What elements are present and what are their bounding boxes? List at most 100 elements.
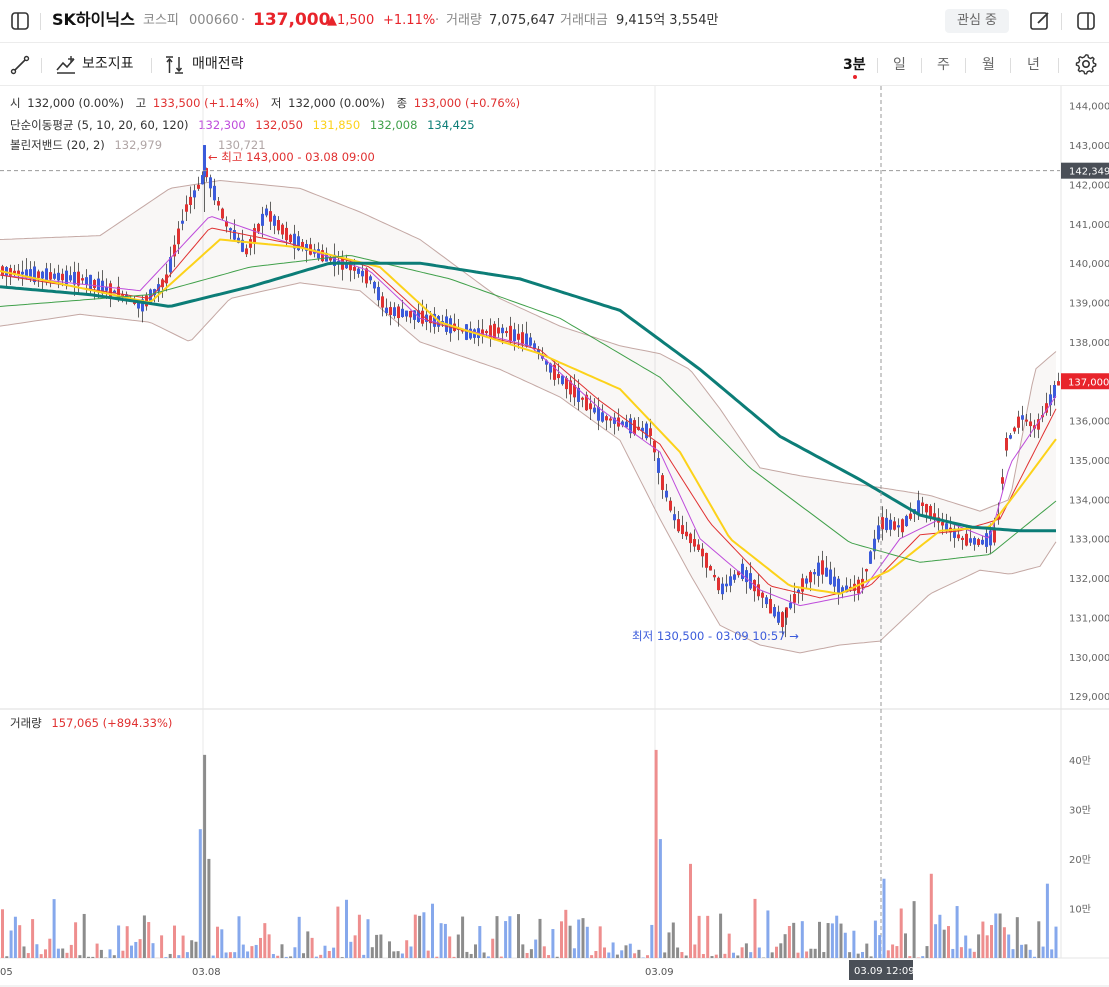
candle-body (89, 274, 92, 291)
volume-bar (693, 944, 697, 958)
y-axis-label: 139,000 (1069, 299, 1109, 310)
volume-bar (783, 934, 787, 958)
candle-body (377, 286, 380, 301)
volume-bar (787, 926, 791, 958)
volume-bar (130, 945, 133, 958)
sidebar-toggle-icon[interactable] (10, 11, 30, 35)
volume-bar (637, 949, 641, 958)
volume-bar (977, 934, 981, 958)
volume-bar (439, 923, 443, 958)
period-day[interactable]: 일 (893, 55, 906, 75)
volume-bar (1, 909, 4, 958)
volume-bar (1020, 944, 1024, 958)
candle-body (181, 220, 184, 224)
volume-bar (448, 936, 452, 958)
candle-body (177, 228, 180, 245)
candle-body (505, 331, 508, 334)
volume-bar (211, 955, 215, 958)
volume-bar (185, 952, 189, 958)
volume-bar (947, 926, 950, 958)
volume-bar (710, 956, 714, 958)
volume-bar (714, 954, 718, 958)
indicators-button[interactable]: 보조지표 (55, 54, 140, 76)
volume-bar (254, 944, 258, 958)
volume-bar (572, 948, 576, 958)
volume-bar (323, 945, 327, 958)
period-3min[interactable]: 3분 (843, 55, 866, 75)
volume-bar (972, 951, 976, 958)
candle-body (777, 611, 780, 623)
volume-bar (560, 921, 563, 958)
volume-bar (56, 948, 60, 958)
strategy-button[interactable]: 매매전략 (164, 54, 249, 76)
candle-body (69, 275, 72, 281)
volume-bar (830, 923, 834, 958)
candle-body (757, 584, 760, 597)
volume-bar (314, 956, 318, 958)
candle-body (649, 428, 652, 436)
candle-body (877, 525, 880, 540)
volume-bar (1015, 917, 1019, 958)
volume-bar (843, 932, 847, 958)
volume-bar (443, 923, 447, 958)
candle-body (809, 571, 812, 583)
volume-bar (654, 749, 658, 958)
watch-button[interactable]: 관심 중 (945, 9, 1009, 33)
volume-bar (564, 909, 568, 958)
volume-bar (65, 952, 69, 958)
candle-body (353, 266, 356, 271)
volume-bar (680, 952, 684, 958)
volume-bar (663, 952, 667, 958)
volume-bar (676, 947, 680, 958)
settings-gear-icon[interactable] (1075, 53, 1097, 79)
period-month[interactable]: 월 (982, 55, 995, 75)
volume-bar (538, 918, 542, 958)
volume-bar (985, 935, 989, 958)
candle-body (501, 327, 504, 334)
candle-body (669, 500, 672, 511)
edit-icon[interactable] (1029, 10, 1051, 36)
period-year[interactable]: 년 (1027, 55, 1040, 75)
volume-bar (611, 942, 615, 958)
volume-bar (813, 948, 817, 958)
volume-bar (478, 926, 482, 958)
volume-bar (332, 947, 336, 958)
volume-bar (13, 916, 17, 958)
candle-body (57, 272, 60, 281)
volume-bar (474, 944, 477, 958)
volume-bar (994, 913, 998, 958)
candle-body (1013, 427, 1016, 432)
candle-body (673, 514, 676, 521)
volume-bar (955, 906, 959, 958)
candle-body (265, 208, 268, 216)
candle-body (1001, 477, 1004, 484)
volume-bar (181, 935, 185, 958)
y-axis-label: 135,000 (1069, 456, 1109, 467)
volume-bar (865, 943, 869, 958)
current-price: 137,000 (253, 10, 331, 30)
volume-bar (753, 898, 757, 958)
candle-body (745, 570, 748, 583)
panel-toggle-icon[interactable] (1076, 11, 1096, 35)
candle-body (405, 310, 408, 317)
volume-bar (482, 952, 486, 958)
volume-bar (392, 951, 396, 958)
volume-bar (800, 921, 804, 958)
volume-value: 7,075,647 (489, 13, 556, 28)
candle-body (793, 593, 796, 603)
volume-bar (117, 925, 121, 958)
volume-bar (641, 957, 645, 958)
volume-bar (697, 915, 701, 958)
period-week[interactable]: 주 (937, 55, 950, 75)
draw-tool-icon[interactable] (10, 55, 30, 79)
price-chart[interactable]: 144,000 143,000 142,000 141,000 140,000 139,0… (0, 86, 1109, 987)
amount-label: 거래대금 (560, 13, 608, 28)
candle-body (733, 574, 736, 580)
candle-body (897, 525, 900, 528)
candle-body (397, 306, 400, 319)
candle-body (661, 475, 664, 490)
volume-bar (727, 933, 731, 958)
volume-bar (280, 944, 284, 958)
candle-body (833, 576, 836, 587)
volume-bar (607, 952, 611, 958)
